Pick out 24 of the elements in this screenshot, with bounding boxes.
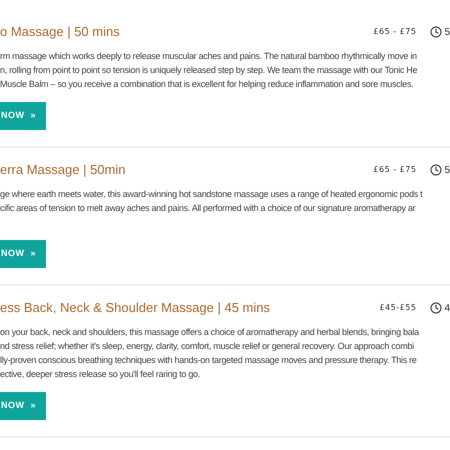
description-line: nd stress relief; whether it's sleep, energy, clarity, comfort, muscle relief or general recovery. Our approach combi (0, 340, 414, 353)
description-line: n, rolling from point to point so tension is uniquely released step by step. We team the massage with our Tonic He (0, 64, 418, 77)
book-now-button[interactable]: NOW » (0, 240, 46, 268)
book-now-button[interactable]: NOW » (0, 102, 46, 130)
duration-text: 4 (444, 302, 450, 316)
book-now-button[interactable]: NOW » (0, 392, 46, 420)
price-range: £45-£55 (380, 302, 416, 314)
clock-icon (430, 302, 442, 314)
service-title: o Massage | 50 mins (0, 23, 120, 42)
duration-text: 5 (444, 164, 450, 178)
description-line: ective, deeper stress release so you'll feel raring to go. (0, 368, 200, 381)
duration-text: 5 (444, 26, 450, 40)
price-range: £65 - £75 (373, 26, 416, 38)
description-line: Muscle Balm – so you receive a combination that is excellent for helping reduce inflammation and sore muscles. (0, 78, 414, 91)
description-line: rm massage which works deeply to release muscular aches and pains. The natural bamboo rhythmically move in (0, 50, 417, 63)
clock-icon (430, 164, 442, 176)
clock-icon (430, 26, 442, 38)
description-line: cific areas of tension to melt away aches and pains. All performed with a choice of our signature aromatherapy ar (0, 202, 416, 215)
service-title: erra Massage | 50min (0, 161, 126, 180)
service-title: ess Back, Neck & Shoulder Massage | 45 mins (0, 299, 270, 318)
description-line: ge where earth meets water, this award-winning hot sandstone massage uses a range of heated ergonomic pods t (0, 188, 422, 201)
description-line: on your back, neck and shoulders, this massage offers a choice of aromatherapy and herbal blends, bringing bala (0, 326, 419, 339)
price-range: £65 - £75 (373, 164, 416, 176)
description-line: lly-proven conscious breathing techniques with hands-on targeted massage moves and pressure therapy. This re (0, 354, 417, 367)
